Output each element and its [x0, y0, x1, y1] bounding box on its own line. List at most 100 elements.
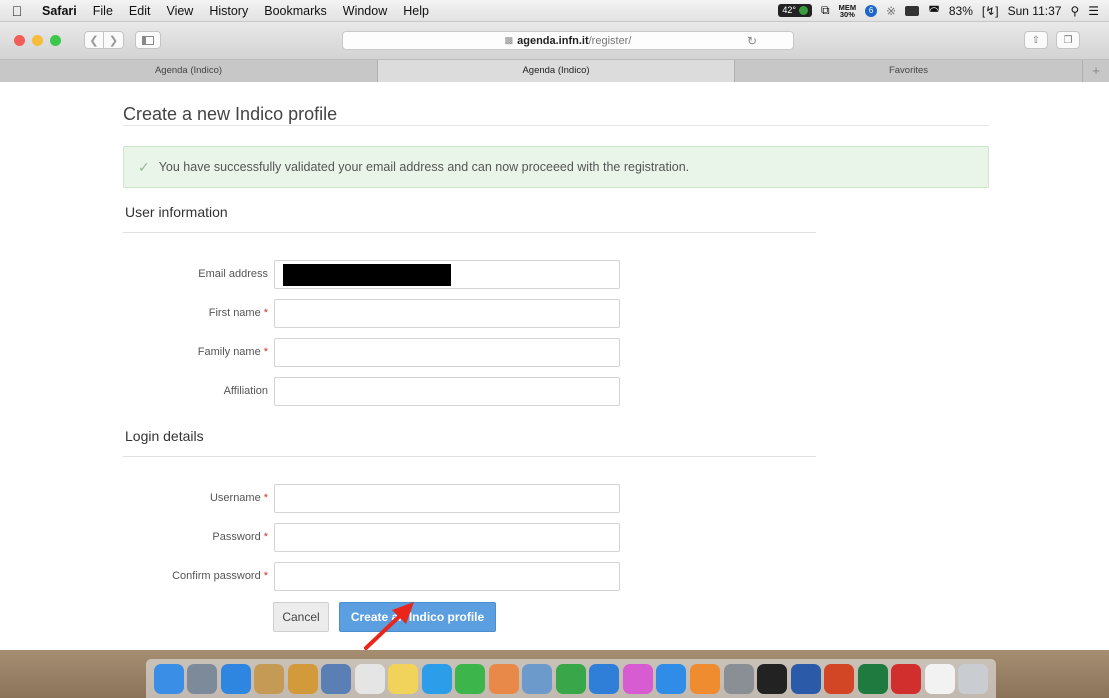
family-name-label: Family name *: [198, 338, 268, 367]
share-icon: ⇧: [1031, 34, 1041, 46]
menu-bookmarks[interactable]: Bookmarks: [256, 4, 335, 18]
messages-icon[interactable]: [421, 663, 452, 694]
username-row: Username *: [123, 484, 623, 513]
affiliation-row: Affiliation: [123, 377, 623, 406]
temperature-value: 42°: [782, 5, 797, 15]
password-label: Password *: [212, 523, 268, 552]
dock: [146, 659, 996, 698]
window-icon[interactable]: ⧉: [821, 3, 830, 18]
share-button[interactable]: ⇧: [1024, 31, 1048, 49]
password-field[interactable]: [274, 523, 620, 552]
annotation-arrow-icon: [364, 602, 414, 650]
fullscreen-window-icon[interactable]: [50, 35, 61, 46]
section-user-information: User information: [125, 204, 228, 220]
word-icon[interactable]: [790, 663, 821, 694]
memory-meter[interactable]: MEM 30%: [839, 3, 857, 18]
powerpoint-icon[interactable]: [824, 663, 855, 694]
contacts-icon[interactable]: [254, 663, 285, 694]
launchpad-icon[interactable]: [187, 663, 218, 694]
facetime-icon[interactable]: [455, 663, 486, 694]
email-label-text: Email address: [198, 268, 268, 280]
lock-icon: ▩: [504, 35, 514, 45]
first-name-field[interactable]: [274, 299, 620, 328]
close-window-icon[interactable]: [14, 35, 25, 46]
password-label-text: Password: [212, 531, 261, 543]
tab-agenda-1[interactable]: Agenda (Indico): [0, 60, 378, 82]
affiliation-label-text: Affiliation: [223, 385, 268, 397]
confirm-password-field[interactable]: [274, 562, 620, 591]
email-label: Email address: [198, 260, 268, 289]
battery-percent[interactable]: 83%: [949, 4, 973, 18]
affiliation-field[interactable]: [274, 377, 620, 406]
cancel-button[interactable]: Cancel: [273, 602, 329, 632]
new-tab-button[interactable]: +: [1083, 60, 1109, 82]
safari-icon[interactable]: [220, 663, 251, 694]
page-content: Create a new Indico profile ✓ You have s…: [0, 82, 1109, 650]
wifi-icon[interactable]: ◚: [928, 4, 940, 18]
display-icon[interactable]: [905, 5, 920, 16]
sidebar-icon: [142, 35, 154, 45]
terminal-icon[interactable]: [757, 663, 788, 694]
forward-button[interactable]: ❯: [104, 31, 124, 49]
chevron-left-icon: ❮: [89, 34, 99, 47]
family-name-field[interactable]: [274, 338, 620, 367]
notes-book-icon[interactable]: [287, 663, 318, 694]
page-title: Create a new Indico profile: [123, 104, 338, 124]
section-divider-user: [123, 232, 816, 233]
trash-icon[interactable]: [958, 663, 989, 694]
checkmark-icon: ✓: [138, 158, 150, 175]
menu-window[interactable]: Window: [335, 4, 395, 18]
reload-icon[interactable]: ↻: [747, 34, 757, 48]
username-label-text: Username: [209, 492, 261, 504]
app-store-icon[interactable]: [656, 663, 687, 694]
sidebar-button[interactable]: [135, 31, 161, 49]
notes-icon[interactable]: [388, 663, 419, 694]
photos-icon[interactable]: [488, 663, 519, 694]
battery-icon[interactable]: [↯]: [982, 4, 999, 18]
notification-badge[interactable]: 6: [865, 4, 878, 17]
numbers-icon[interactable]: [555, 663, 586, 694]
temperature-badge[interactable]: 42°: [778, 4, 813, 17]
tab-agenda-2-active[interactable]: Agenda (Indico): [378, 60, 735, 82]
finder-icon[interactable]: [153, 663, 184, 694]
calendar-icon[interactable]: [354, 663, 385, 694]
family-name-row: Family name *: [123, 338, 623, 367]
email-field[interactable]: [274, 260, 620, 289]
clock[interactable]: Sun 11:37: [1008, 4, 1062, 18]
tabs-icon: ❐: [1063, 34, 1073, 46]
apple-icon[interactable]: : [0, 3, 34, 19]
itunes-icon[interactable]: [622, 663, 653, 694]
menu-view[interactable]: View: [158, 4, 201, 18]
section-divider-login: [123, 456, 816, 457]
system-preferences-icon[interactable]: [723, 663, 754, 694]
notification-center-icon[interactable]: ☰: [1088, 4, 1099, 18]
document-icon[interactable]: [924, 663, 955, 694]
url-host: agenda.infn.it: [517, 34, 589, 47]
parallels-icon[interactable]: [891, 663, 922, 694]
email-row: Email address: [123, 260, 623, 289]
redacted-email-value: [283, 264, 451, 286]
menu-help[interactable]: Help: [395, 4, 437, 18]
menu-app-safari[interactable]: Safari: [34, 4, 85, 18]
required-mark: *: [263, 307, 268, 319]
url-path: /register/: [588, 34, 632, 47]
minimize-window-icon[interactable]: [32, 35, 43, 46]
tab-bar: Agenda (Indico) Agenda (Indico) Favorite…: [0, 60, 1109, 82]
preview-photo-icon[interactable]: [522, 663, 553, 694]
preview-icon[interactable]: [321, 663, 352, 694]
spotlight-icon[interactable]: ⚲: [1070, 4, 1079, 18]
ibooks-icon[interactable]: [690, 663, 720, 694]
menu-history[interactable]: History: [201, 4, 256, 18]
excel-icon[interactable]: [857, 663, 888, 694]
keynote-icon[interactable]: [589, 663, 620, 694]
show-tabs-button[interactable]: ❐: [1056, 31, 1080, 49]
tab-favorites[interactable]: Favorites: [735, 60, 1083, 82]
password-row: Password *: [123, 523, 623, 552]
back-button[interactable]: ❮: [84, 31, 104, 49]
menu-file[interactable]: File: [85, 4, 121, 18]
username-field[interactable]: [274, 484, 620, 513]
address-bar[interactable]: ▩ agenda.infn.it/register/ ↻: [342, 31, 794, 50]
menu-edit[interactable]: Edit: [121, 4, 159, 18]
section-login-details: Login details: [125, 428, 204, 444]
bluetooth-icon[interactable]: ※: [886, 4, 896, 18]
